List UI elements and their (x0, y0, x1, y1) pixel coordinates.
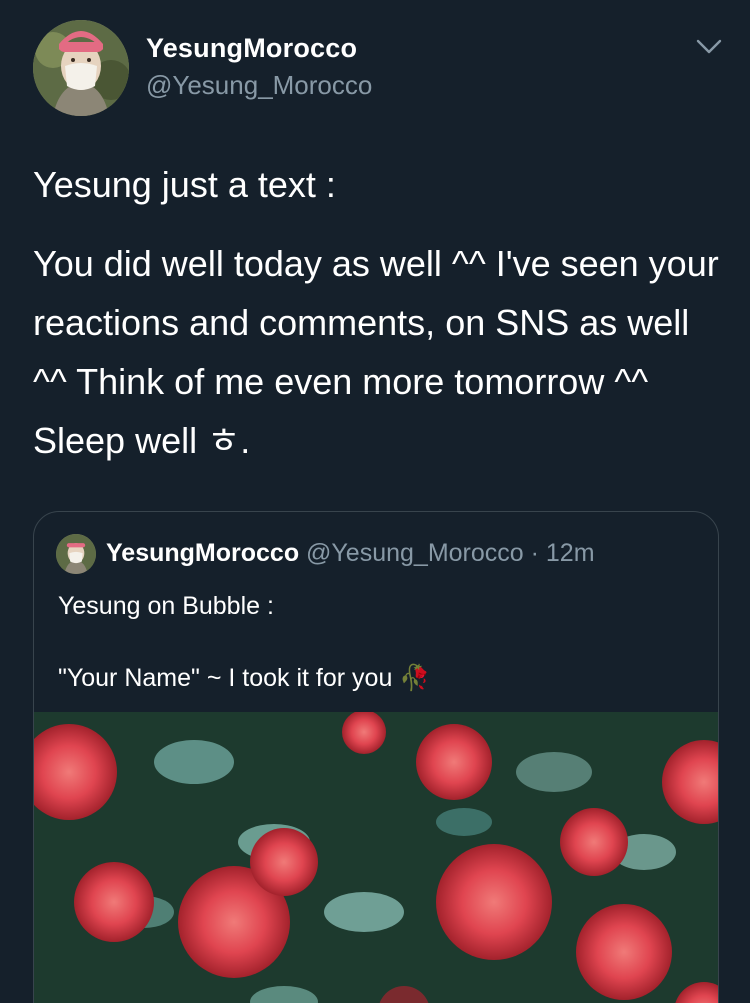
quoted-separator: · (523, 539, 546, 567)
quoted-author-avatar (56, 534, 96, 574)
author-avatar[interactable] (33, 20, 129, 116)
quoted-handle: @Yesung_Morocco (306, 539, 524, 567)
quoted-line-2: "Your Name" ~ I took it for you 🥀 (58, 664, 431, 692)
quoted-display-name: YesungMorocco (106, 539, 300, 567)
quoted-media-photo[interactable] (34, 710, 718, 1003)
chevron-down-icon[interactable] (696, 38, 722, 56)
quoted-timestamp: 12m (545, 539, 595, 567)
author-display-name[interactable]: YesungMorocco (146, 33, 357, 64)
quoted-line-1: Yesung on Bubble : (58, 592, 274, 620)
quoted-header: YesungMorocco @Yesung_Morocco · 12m (106, 539, 595, 568)
tweet-intro-text: Yesung just a text : (33, 164, 336, 205)
author-handle[interactable]: @Yesung_Morocco (146, 70, 372, 101)
tweet: YesungMorocco @Yesung_Morocco Yesung jus… (0, 0, 750, 1003)
quoted-tweet-card[interactable]: YesungMorocco @Yesung_Morocco · 12m Yesu… (33, 511, 719, 1003)
tweet-message-text: You did well today as well ^^ I've seen … (33, 243, 719, 461)
